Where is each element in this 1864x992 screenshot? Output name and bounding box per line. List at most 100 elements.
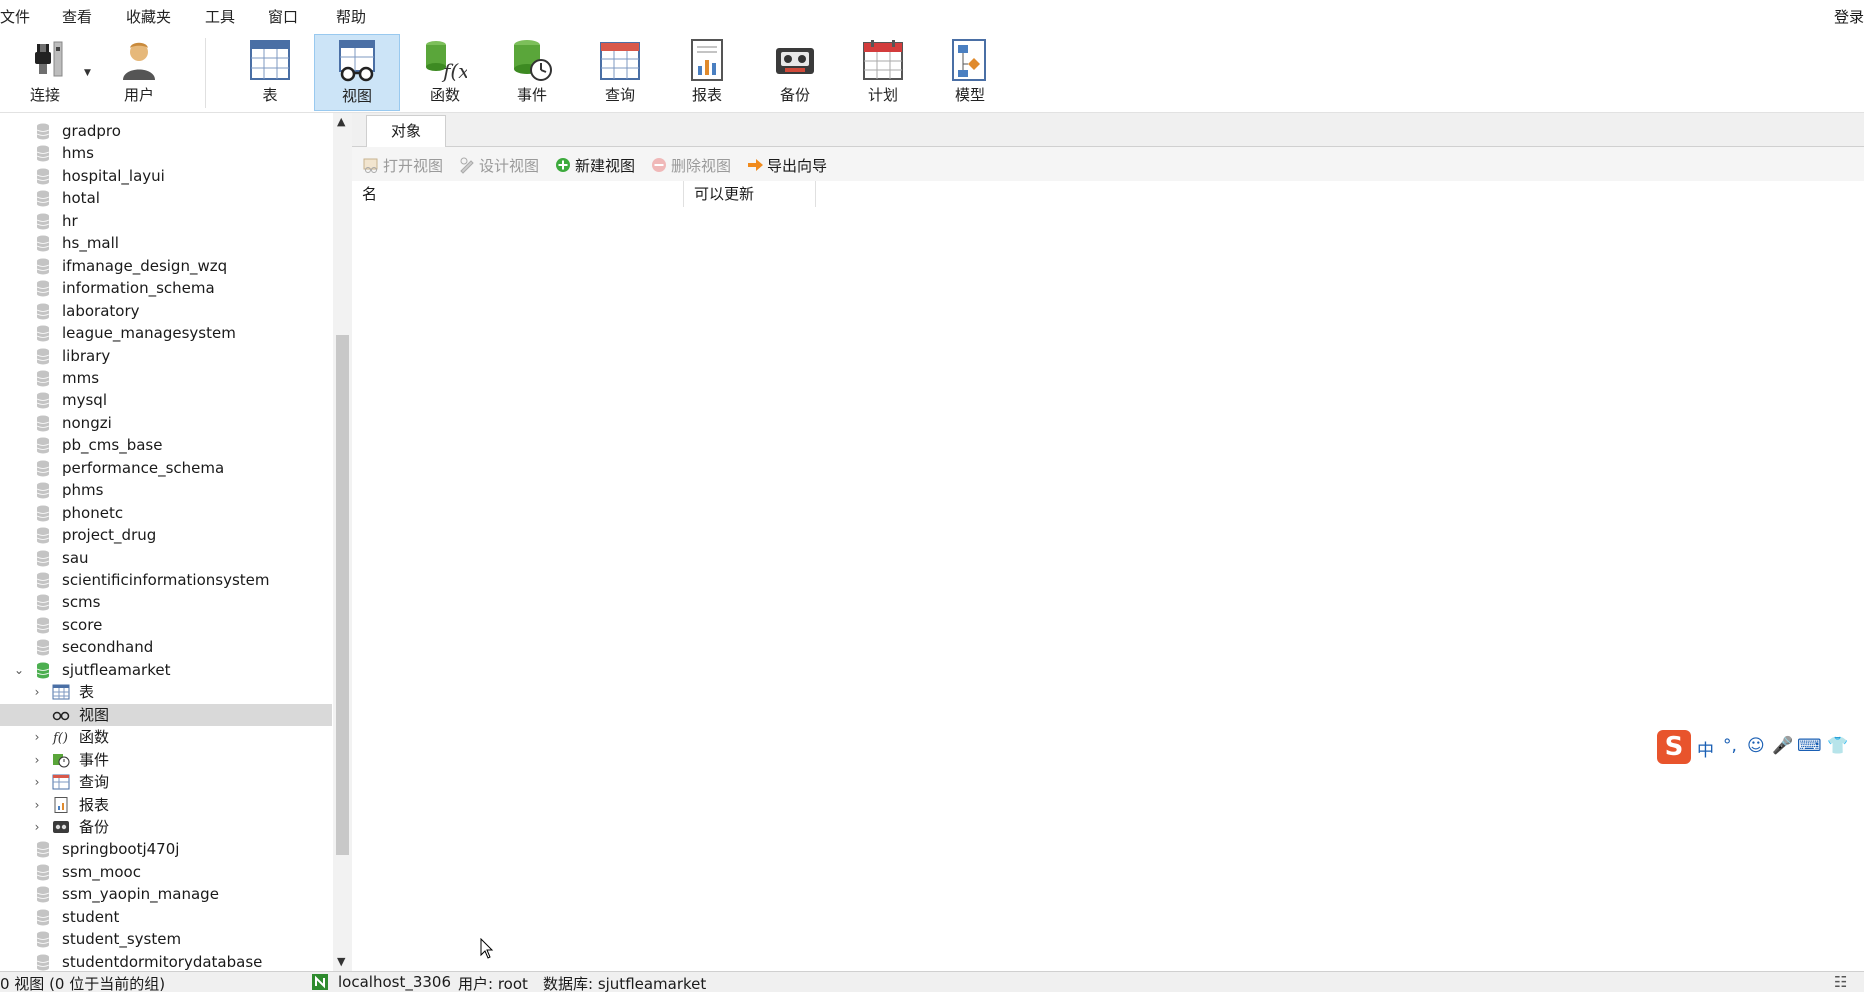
database-item[interactable]: phms: [0, 479, 332, 502]
expand-chevron-icon[interactable]: ›: [31, 816, 43, 838]
view-list[interactable]: [352, 207, 1864, 971]
database-item[interactable]: scms: [0, 591, 332, 614]
punctuation-icon[interactable]: °,: [1723, 736, 1737, 756]
new-view-button[interactable]: 新建视图: [554, 155, 635, 176]
database-item[interactable]: performance_schema: [0, 457, 332, 480]
database-item[interactable]: sau: [0, 547, 332, 570]
menu-help[interactable]: 帮助: [336, 6, 366, 27]
scrollbar-thumb[interactable]: [336, 335, 349, 855]
database-item[interactable]: library: [0, 345, 332, 368]
microphone-icon[interactable]: 🎤: [1772, 736, 1793, 756]
view-button[interactable]: 视图: [314, 34, 400, 111]
column-header-name[interactable]: 名: [352, 181, 684, 207]
database-label: secondhand: [62, 638, 154, 657]
open-view-button[interactable]: 打开视图: [362, 155, 443, 176]
keyboard-icon[interactable]: ⌨: [1797, 736, 1822, 756]
scroll-down-icon[interactable]: ▼: [337, 955, 345, 968]
query-icon: [600, 42, 640, 80]
tab-objects[interactable]: 对象: [366, 115, 446, 148]
database-item[interactable]: secondhand: [0, 636, 332, 659]
database-item[interactable]: hs_mall: [0, 232, 332, 255]
database-item[interactable]: springbootj470j: [0, 838, 332, 861]
collapse-chevron-icon[interactable]: ⌄: [13, 659, 25, 681]
status-user: 用户: root: [458, 975, 528, 992]
database-item[interactable]: mysql: [0, 389, 332, 412]
sidebar-scrollbar[interactable]: ▲ ▼: [333, 113, 352, 971]
column-header-updatable[interactable]: 可以更新: [684, 181, 816, 207]
table-button[interactable]: 表: [227, 34, 313, 111]
schedule-button[interactable]: 计划: [840, 34, 926, 111]
menu-tools[interactable]: 工具: [205, 6, 235, 27]
expand-chevron-icon[interactable]: ›: [31, 749, 43, 771]
database-item[interactable]: laboratory: [0, 300, 332, 323]
database-item[interactable]: scientificinformationsystem: [0, 569, 332, 592]
expand-chevron-icon[interactable]: ›: [31, 794, 43, 816]
model-button[interactable]: 模型: [927, 34, 1013, 111]
connect-button[interactable]: 连接: [2, 34, 88, 111]
ime-toolbar[interactable]: S 中 °, ☺ 🎤 ⌨ 👕: [1655, 728, 1864, 766]
tree-node-query[interactable]: › 查询: [0, 771, 332, 794]
database-item[interactable]: gradpro: [0, 120, 332, 143]
tree-node-report[interactable]: › 报表: [0, 794, 332, 817]
database-label: ssm_mooc: [62, 862, 141, 881]
status-object-count: 0 视图 (0 位于当前的组): [0, 975, 166, 992]
design-view-button[interactable]: 设计视图: [458, 155, 539, 176]
tree-node-function[interactable]: › f() 函数: [0, 726, 332, 749]
new-view-label: 新建视图: [575, 157, 636, 175]
database-item[interactable]: studentdormitorydatabase: [0, 951, 332, 974]
report-icon: [691, 39, 723, 81]
database-item[interactable]: hospital_layui: [0, 165, 332, 188]
export-wizard-button[interactable]: 导出向导: [746, 155, 827, 176]
database-item[interactable]: hms: [0, 142, 332, 165]
database-item[interactable]: pb_cms_base: [0, 434, 332, 457]
event-button[interactable]: 事件: [489, 34, 575, 111]
database-item-open[interactable]: sjutfleamarket ⌄: [0, 659, 332, 682]
tree-node-label: 函数: [79, 728, 110, 747]
database-item[interactable]: information_schema: [0, 277, 332, 300]
database-label: ssm_yaopin_manage: [62, 885, 219, 904]
emoji-icon[interactable]: ☺: [1747, 736, 1765, 756]
menu-view[interactable]: 查看: [62, 6, 92, 27]
expand-chevron-icon[interactable]: ›: [31, 681, 43, 703]
user-button[interactable]: 用户: [96, 34, 182, 111]
tree-node-event[interactable]: › 事件: [0, 749, 332, 772]
database-item[interactable]: ssm_mooc: [0, 861, 332, 884]
function-button[interactable]: f(x) 函数: [402, 34, 488, 111]
expand-chevron-icon[interactable]: ›: [31, 771, 43, 793]
query-button[interactable]: 查询: [577, 34, 663, 111]
sogou-logo-icon[interactable]: S: [1657, 730, 1691, 764]
database-item[interactable]: league_managesystem: [0, 322, 332, 345]
database-item[interactable]: nongzi: [0, 412, 332, 435]
scroll-up-icon[interactable]: ▲: [337, 115, 345, 128]
database-item[interactable]: ssm_yaopin_manage: [0, 883, 332, 906]
tree-node-glasses[interactable]: 视图: [0, 703, 332, 727]
database-icon: [36, 482, 50, 499]
expand-chevron-icon[interactable]: ›: [31, 726, 43, 748]
menu-window[interactable]: 窗口: [268, 6, 298, 27]
ime-mode-toggle[interactable]: 中: [1697, 736, 1714, 761]
database-item[interactable]: phonetc: [0, 502, 332, 525]
database-item[interactable]: ifmanage_design_wzq: [0, 255, 332, 278]
connect-dropdown-arrow-icon[interactable]: ▼: [84, 68, 91, 78]
database-item[interactable]: student: [0, 906, 332, 929]
database-item[interactable]: mms: [0, 367, 332, 390]
login-link[interactable]: 登录: [1834, 6, 1864, 27]
skin-icon[interactable]: 👕: [1827, 736, 1848, 756]
tree-node-table[interactable]: › 表: [0, 681, 332, 704]
menu-file[interactable]: 文件: [0, 6, 30, 27]
database-item[interactable]: score: [0, 614, 332, 637]
database-item[interactable]: hotal: [0, 187, 332, 210]
database-label: mms: [62, 368, 100, 387]
list-view-mode-icon[interactable]: ☷: [1834, 973, 1847, 991]
report-button[interactable]: 报表: [664, 34, 750, 111]
database-item[interactable]: project_drug: [0, 524, 332, 547]
tree-node-backup[interactable]: › 备份: [0, 816, 332, 839]
delete-view-button[interactable]: 删除视图: [650, 155, 731, 176]
database-item[interactable]: student_system: [0, 928, 332, 951]
backup-button[interactable]: 备份: [752, 34, 838, 111]
user-icon: [123, 42, 155, 80]
database-label: mysql: [62, 391, 107, 410]
menu-favorites[interactable]: 收藏夹: [126, 6, 171, 27]
model-icon: [952, 39, 986, 81]
database-item[interactable]: hr: [0, 210, 332, 233]
